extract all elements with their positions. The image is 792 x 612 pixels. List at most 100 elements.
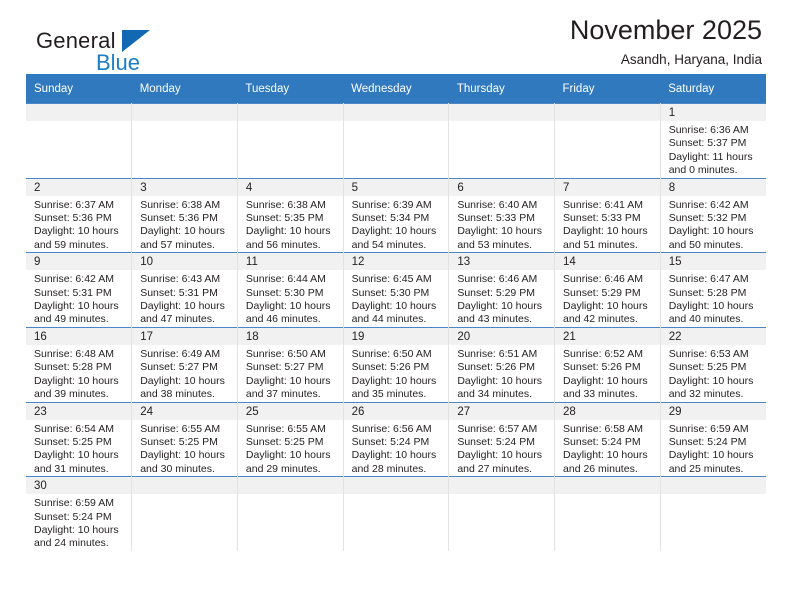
day-cell[interactable] [131,103,238,179]
day-details: Sunrise: 6:51 AM Sunset: 5:26 PM Dayligh… [449,345,554,402]
daylight-text-line1: Daylight: 10 hours [457,449,542,462]
day-details: Sunrise: 6:53 AM Sunset: 5:25 PM Dayligh… [661,345,766,402]
sunrise-text: Sunrise: 6:59 AM [668,422,749,435]
sunset-text: Sunset: 5:26 PM [457,361,535,374]
day-cell[interactable]: 12 Sunrise: 6:45 AM Sunset: 5:30 PM Dayl… [343,252,450,328]
day-cell[interactable] [448,476,556,551]
week-row: 9 Sunrise: 6:42 AM Sunset: 5:31 PM Dayli… [26,252,766,328]
day-details: Sunrise: 6:38 AM Sunset: 5:36 PM Dayligh… [132,196,237,253]
daylight-text-line2: and 49 minutes. [34,313,109,326]
day-cell[interactable]: 15 Sunrise: 6:47 AM Sunset: 5:28 PM Dayl… [660,252,766,328]
daylight-text-line1: Daylight: 11 hours [668,150,753,163]
day-cell[interactable]: 20 Sunrise: 6:51 AM Sunset: 5:26 PM Dayl… [448,326,556,402]
daylight-text-line2: and 51 minutes. [563,238,638,251]
day-details [238,494,343,497]
day-details: Sunrise: 6:36 AM Sunset: 5:37 PM Dayligh… [661,121,766,178]
day-cell[interactable] [554,103,661,179]
day-cell[interactable]: 24 Sunrise: 6:55 AM Sunset: 5:25 PM Dayl… [131,401,238,477]
daylight-text-line1: Daylight: 10 hours [34,449,119,462]
sunrise-text: Sunrise: 6:42 AM [34,273,114,286]
day-details: Sunrise: 6:46 AM Sunset: 5:29 PM Dayligh… [555,270,660,327]
daylight-text-line1: Daylight: 10 hours [668,374,754,387]
day-cell[interactable] [448,103,556,179]
sunset-text: Sunset: 5:24 PM [668,435,747,448]
day-details: Sunrise: 6:40 AM Sunset: 5:33 PM Dayligh… [449,196,554,253]
day-cell[interactable]: 9 Sunrise: 6:42 AM Sunset: 5:31 PM Dayli… [26,252,133,328]
week-row: 2 Sunrise: 6:37 AM Sunset: 5:36 PM Dayli… [26,177,766,253]
day-number: 26 [343,402,449,420]
day-cell[interactable]: 4 Sunrise: 6:38 AM Sunset: 5:35 PM Dayli… [237,177,344,253]
day-details [26,121,131,124]
location-subtitle: Asandh, Haryana, India [620,52,762,67]
sunrise-text: Sunrise: 6:47 AM [668,273,749,286]
daylight-text-line1: Daylight: 10 hours [668,225,754,238]
day-details: Sunrise: 6:55 AM Sunset: 5:25 PM Dayligh… [132,420,237,477]
daylight-text-line2: and 0 minutes. [668,164,738,177]
sunset-text: Sunset: 5:35 PM [245,212,324,225]
day-cell[interactable] [343,476,450,551]
day-cell[interactable]: 1 Sunrise: 6:36 AM Sunset: 5:37 PM Dayli… [660,103,766,179]
day-details [555,494,660,497]
sunrise-text: Sunrise: 6:57 AM [457,422,538,435]
day-details: Sunrise: 6:50 AM Sunset: 5:26 PM Dayligh… [344,345,449,402]
daylight-text-line1: Daylight: 10 hours [245,449,331,462]
day-cell[interactable] [660,476,766,551]
page-title: November 2025 [569,15,762,45]
sunrise-text: Sunrise: 6:43 AM [140,273,221,286]
day-cell[interactable]: 19 Sunrise: 6:50 AM Sunset: 5:26 PM Dayl… [343,326,450,402]
day-cell[interactable]: 27 Sunrise: 6:57 AM Sunset: 5:24 PM Dayl… [448,401,556,477]
day-cell[interactable]: 29 Sunrise: 6:59 AM Sunset: 5:24 PM Dayl… [660,401,766,477]
day-details: Sunrise: 6:48 AM Sunset: 5:28 PM Dayligh… [26,345,131,402]
day-number [660,477,766,495]
day-cell[interactable] [237,103,344,179]
day-details: Sunrise: 6:43 AM Sunset: 5:31 PM Dayligh… [132,270,237,327]
daylight-text-line1: Daylight: 10 hours [34,374,119,387]
day-cell[interactable]: 17 Sunrise: 6:49 AM Sunset: 5:27 PM Dayl… [131,326,238,402]
sunset-text: Sunset: 5:30 PM [245,286,324,299]
day-cell[interactable]: 7 Sunrise: 6:41 AM Sunset: 5:33 PM Dayli… [554,177,661,253]
daylight-text-line2: and 43 minutes. [457,313,533,326]
daylight-text-line1: Daylight: 10 hours [245,374,331,387]
day-cell[interactable] [554,476,661,551]
day-cell[interactable]: 5 Sunrise: 6:39 AM Sunset: 5:34 PM Dayli… [343,177,450,253]
day-cell[interactable]: 10 Sunrise: 6:43 AM Sunset: 5:31 PM Dayl… [131,252,238,328]
daylight-text-line2: and 53 minutes. [457,238,533,251]
day-details [238,121,343,124]
day-cell[interactable]: 28 Sunrise: 6:58 AM Sunset: 5:24 PM Dayl… [554,401,661,477]
day-cell[interactable]: 2 Sunrise: 6:37 AM Sunset: 5:36 PM Dayli… [26,177,133,253]
daylight-text-line2: and 33 minutes. [563,388,638,401]
day-cell[interactable] [131,476,238,551]
day-cell[interactable] [237,476,344,551]
daylight-text-line1: Daylight: 10 hours [34,225,119,238]
daylight-text-line1: Daylight: 10 hours [245,225,331,238]
sunset-text: Sunset: 5:29 PM [563,286,641,299]
day-number [343,104,449,121]
day-cell[interactable]: 14 Sunrise: 6:46 AM Sunset: 5:29 PM Dayl… [554,252,661,328]
day-cell[interactable]: 21 Sunrise: 6:52 AM Sunset: 5:26 PM Dayl… [554,326,661,402]
daylight-text-line1: Daylight: 10 hours [457,225,542,238]
day-cell[interactable]: 13 Sunrise: 6:46 AM Sunset: 5:29 PM Dayl… [448,252,556,328]
daylight-text-line1: Daylight: 10 hours [140,374,225,387]
day-cell[interactable]: 30 Sunrise: 6:59 AM Sunset: 5:24 PM Dayl… [26,476,133,551]
day-cell[interactable]: 26 Sunrise: 6:56 AM Sunset: 5:24 PM Dayl… [343,401,450,477]
daylight-text-line1: Daylight: 10 hours [563,449,648,462]
day-cell[interactable]: 23 Sunrise: 6:54 AM Sunset: 5:25 PM Dayl… [26,401,133,477]
day-cell[interactable]: 16 Sunrise: 6:48 AM Sunset: 5:28 PM Dayl… [26,326,133,402]
day-cell[interactable]: 22 Sunrise: 6:53 AM Sunset: 5:25 PM Dayl… [660,326,766,402]
day-cell[interactable] [26,103,133,179]
sunset-text: Sunset: 5:27 PM [140,361,218,374]
day-cell[interactable]: 18 Sunrise: 6:50 AM Sunset: 5:27 PM Dayl… [237,326,344,402]
weekday-header-sunday: Sunday [26,74,132,104]
day-cell[interactable] [343,103,450,179]
sunrise-text: Sunrise: 6:48 AM [34,347,114,360]
day-cell[interactable]: 25 Sunrise: 6:55 AM Sunset: 5:25 PM Dayl… [237,401,344,477]
week-row: 16 Sunrise: 6:48 AM Sunset: 5:28 PM Dayl… [26,326,766,402]
day-details [555,121,660,124]
sunrise-text: Sunrise: 6:44 AM [245,273,326,286]
day-cell[interactable]: 3 Sunrise: 6:38 AM Sunset: 5:36 PM Dayli… [131,177,238,253]
sunrise-text: Sunrise: 6:42 AM [668,198,749,211]
day-cell[interactable]: 8 Sunrise: 6:42 AM Sunset: 5:32 PM Dayli… [660,177,766,253]
day-cell[interactable]: 11 Sunrise: 6:44 AM Sunset: 5:30 PM Dayl… [237,252,344,328]
day-cell[interactable]: 6 Sunrise: 6:40 AM Sunset: 5:33 PM Dayli… [448,177,556,253]
day-number: 8 [660,178,766,196]
